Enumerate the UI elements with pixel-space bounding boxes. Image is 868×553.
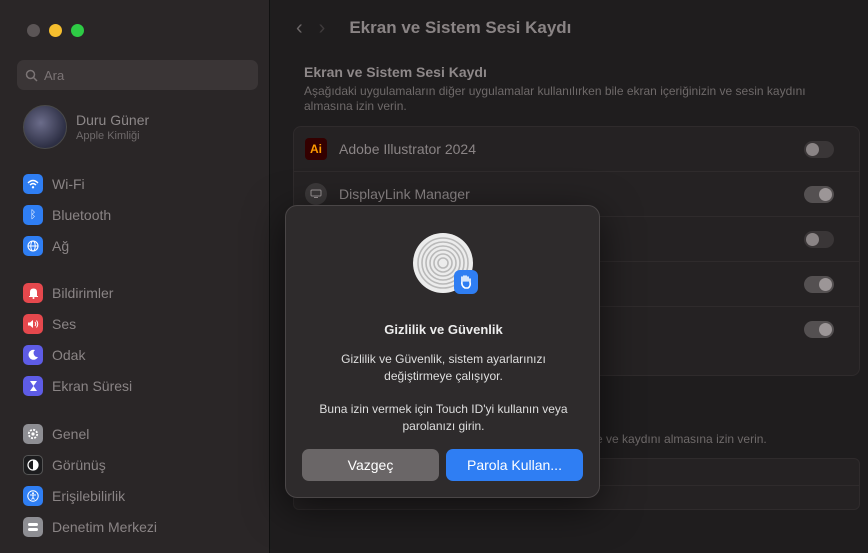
search-input[interactable]: Ara xyxy=(17,60,258,90)
search-placeholder: Ara xyxy=(44,67,65,83)
page-title: Ekran ve Sistem Sesi Kaydı xyxy=(349,18,572,37)
apple-account[interactable]: Duru Güner Apple Kimliği xyxy=(23,105,149,149)
control-center-icon xyxy=(23,516,43,537)
sidebar-item-notifications[interactable]: Bildirimler xyxy=(23,277,263,308)
account-name: Duru Güner xyxy=(76,112,150,128)
sidebar-item-control-center[interactable]: Denetim Merkezi xyxy=(23,511,263,542)
dialog-title: Gizlilik ve Güvenlik xyxy=(384,322,503,337)
sidebar: Ara Duru Güner Apple Kimliği Wi-Fi ᛒ Blu… xyxy=(0,0,270,553)
app-name: Adobe Illustrator 2024 xyxy=(339,141,476,157)
cancel-button[interactable]: Vazgeç xyxy=(302,449,439,481)
sidebar-item-screen-time[interactable]: Ekran Süresi xyxy=(23,370,263,401)
sidebar-group-network: Wi-Fi ᛒ Bluetooth Ağ xyxy=(23,168,263,261)
sidebar-item-appearance[interactable]: Görünüş xyxy=(23,449,263,480)
sidebar-item-label: Ses xyxy=(52,315,77,332)
sidebar-item-label: Denetim Merkezi xyxy=(52,518,158,535)
bell-icon xyxy=(23,282,43,303)
minimize-button[interactable] xyxy=(49,24,62,37)
bluetooth-icon: ᛒ xyxy=(23,204,43,225)
gear-icon xyxy=(23,423,43,444)
permission-toggle[interactable] xyxy=(804,140,834,158)
avatar xyxy=(23,105,67,149)
dialog-message: Gizlilik ve Güvenlik, sistem ayarlarınız… xyxy=(341,352,546,383)
permission-toggle[interactable] xyxy=(804,275,834,293)
sidebar-item-bluetooth[interactable]: ᛒ Bluetooth xyxy=(23,199,263,230)
sidebar-group-general: Genel Görünüş Erişilebilirlik Denetim Me… xyxy=(23,418,263,542)
use-password-button[interactable]: Parola Kullan... xyxy=(446,449,583,481)
sidebar-item-label: Bluetooth xyxy=(52,206,112,223)
sidebar-item-network[interactable]: Ağ xyxy=(23,230,263,261)
sidebar-item-sound[interactable]: Ses xyxy=(23,308,263,339)
accessibility-icon xyxy=(23,485,43,506)
sidebar-item-label: Odak xyxy=(52,346,86,363)
displaylink-icon xyxy=(305,183,327,205)
forward-button[interactable]: › xyxy=(319,17,326,40)
permission-toggle[interactable] xyxy=(804,230,834,248)
sidebar-item-label: Erişilebilirlik xyxy=(52,487,126,504)
section-description-2: e ve kaydını almasına izin verin. xyxy=(596,432,767,446)
window-controls xyxy=(27,24,84,37)
sidebar-item-label: Bildirimler xyxy=(52,284,114,301)
sidebar-item-label: Ağ xyxy=(52,237,70,254)
app-name: DisplayLink Manager xyxy=(339,186,470,202)
back-button[interactable]: ‹ xyxy=(296,17,303,40)
illustrator-icon: Ai xyxy=(305,138,327,160)
speaker-icon xyxy=(23,313,43,334)
search-icon xyxy=(25,69,38,82)
toolbar: ‹ › Ekran ve Sistem Sesi Kaydı xyxy=(271,0,868,56)
section-description: Aşağıdaki uygulamaların diğer uygulamala… xyxy=(304,84,806,113)
auth-dialog: Gizlilik ve Güvenlik Gizlilik ve Güvenli… xyxy=(285,205,600,498)
globe-icon xyxy=(23,235,43,256)
list-item: Ai Adobe Illustrator 2024 xyxy=(294,127,859,172)
sidebar-item-accessibility[interactable]: Erişilebilirlik xyxy=(23,480,263,511)
account-subtitle: Apple Kimliği xyxy=(76,130,140,142)
sidebar-item-label: Ekran Süresi xyxy=(52,377,133,394)
permission-toggle[interactable] xyxy=(804,185,834,203)
zoom-button[interactable] xyxy=(71,24,84,37)
close-button[interactable] xyxy=(27,24,40,37)
sidebar-item-general[interactable]: Genel xyxy=(23,418,263,449)
permission-toggle[interactable] xyxy=(804,321,834,338)
sidebar-item-label: Genel xyxy=(52,425,90,442)
hourglass-icon xyxy=(23,375,43,396)
sidebar-item-focus[interactable]: Odak xyxy=(23,339,263,370)
sidebar-group-notifications: Bildirimler Ses Odak Ekran Süresi xyxy=(23,277,263,401)
touch-id-icon xyxy=(412,232,478,294)
hand-icon xyxy=(454,270,478,294)
sidebar-item-label: Görünüş xyxy=(52,456,106,473)
sidebar-item-label: Wi-Fi xyxy=(52,175,85,192)
appearance-icon xyxy=(23,454,43,475)
sidebar-item-wifi[interactable]: Wi-Fi xyxy=(23,168,263,199)
section-title: Ekran ve Sistem Sesi Kaydı xyxy=(304,64,487,80)
dialog-instructions: Buna izin vermek için Touch ID'yi kullan… xyxy=(319,402,568,433)
moon-icon xyxy=(23,344,43,365)
wifi-icon xyxy=(23,173,43,194)
